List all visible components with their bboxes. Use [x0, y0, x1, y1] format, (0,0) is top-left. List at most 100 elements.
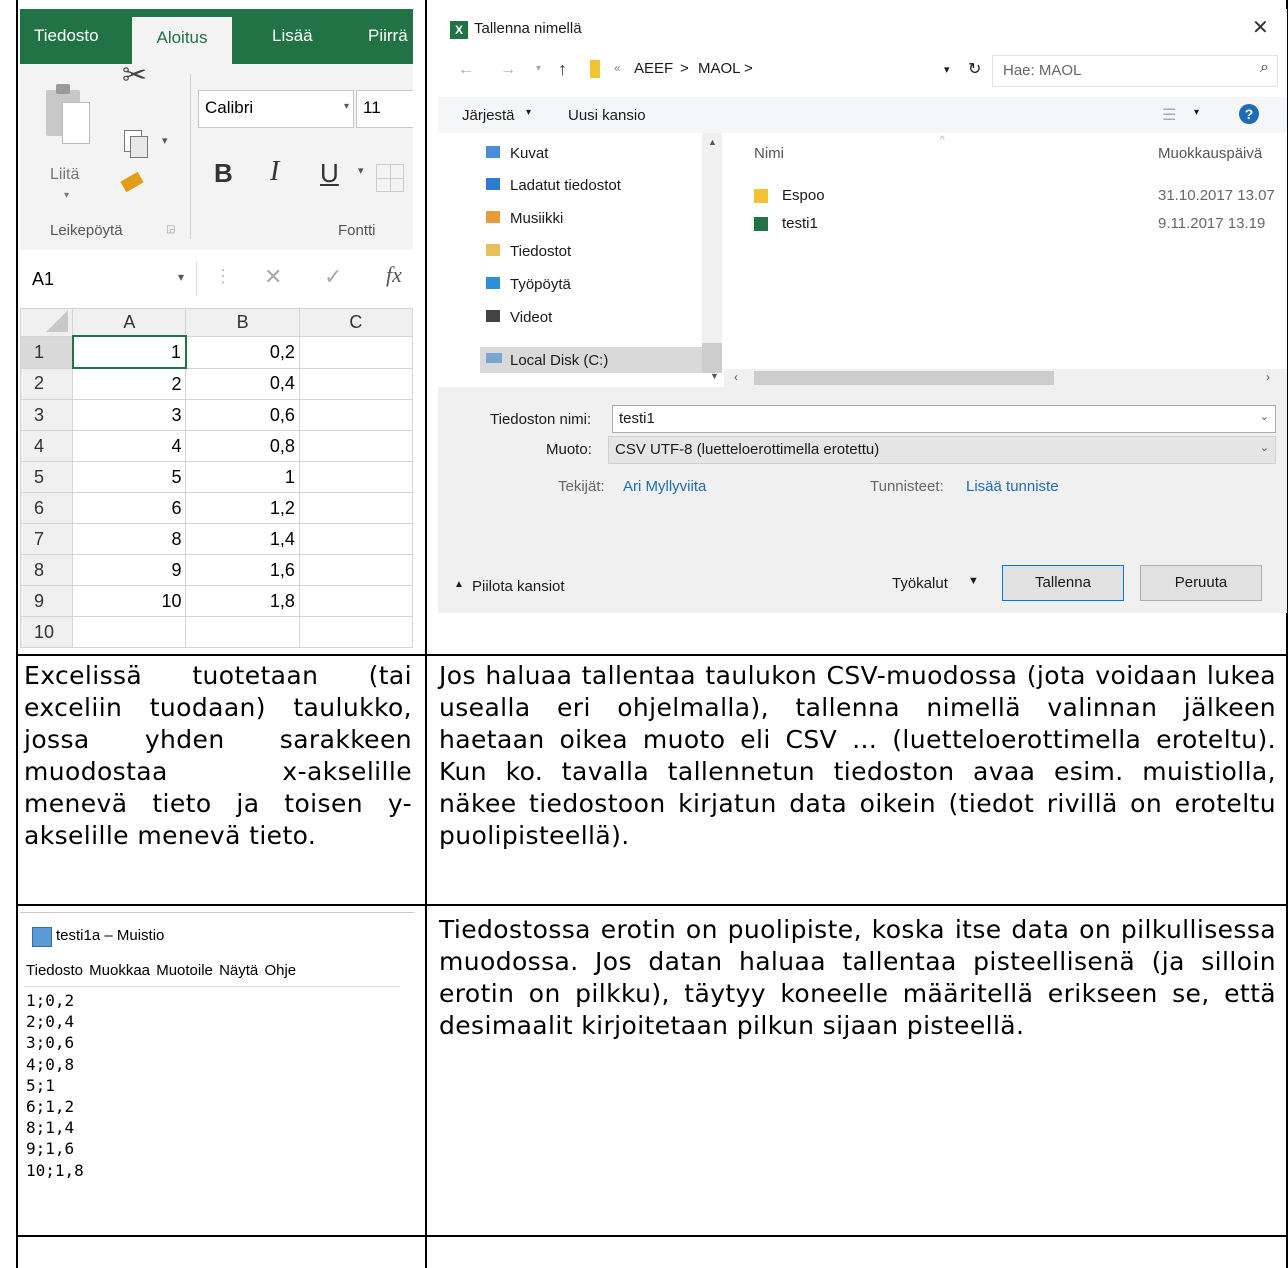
cell-b[interactable]: 0,2	[185, 335, 300, 369]
horizontal-scrollbar-thumb[interactable]	[754, 371, 1054, 385]
menu-item-view[interactable]: Näytä	[219, 962, 258, 979]
view-dropdown-icon[interactable]: ▾	[1194, 107, 1199, 118]
format-select[interactable]: CSV UTF-8 (luetteloerottimella erotettu)…	[608, 436, 1276, 464]
save-button[interactable]: Tallenna	[1002, 565, 1124, 601]
cell-b[interactable]: 1,8	[185, 585, 300, 617]
column-header-c[interactable]: C	[298, 308, 413, 337]
cell-a[interactable]: 5	[72, 461, 187, 493]
cancel-icon[interactable]: ✕	[264, 264, 282, 290]
borders-icon[interactable]	[376, 164, 404, 192]
up-icon[interactable]: ↑	[558, 59, 567, 80]
cell-b[interactable]: 1,6	[185, 554, 300, 586]
row-header[interactable]: 8	[20, 554, 74, 586]
hide-folders-button[interactable]: Piilota kansiot	[472, 578, 565, 595]
cell-b[interactable]: 0,4	[185, 367, 300, 400]
cell-c[interactable]	[298, 585, 413, 617]
nav-item-music[interactable]: Musiikki	[510, 210, 563, 227]
cell-a[interactable]: 2	[72, 367, 187, 400]
authors-value[interactable]: Ari Myllyviita	[623, 478, 706, 495]
address-bar[interactable]: « AEEF > MAOL >	[584, 55, 964, 85]
select-all-corner[interactable]	[20, 308, 74, 337]
view-options-icon[interactable]: ☰	[1162, 105, 1176, 125]
row-header[interactable]: 7	[20, 523, 74, 555]
format-painter-icon[interactable]	[120, 171, 144, 193]
tags-value[interactable]: Lisää tunniste	[966, 478, 1059, 495]
cell-c[interactable]	[298, 461, 413, 493]
nav-item-downloads[interactable]: Ladatut tiedostot	[510, 177, 621, 194]
search-input[interactable]: Hae: MAOL ⌕	[992, 55, 1278, 87]
tab-draw[interactable]: Piirrä	[368, 26, 408, 46]
cell-b[interactable]: 1	[185, 461, 300, 493]
cell-c[interactable]	[298, 399, 413, 431]
cell-b[interactable]: 0,6	[185, 399, 300, 431]
check-icon[interactable]: ✓	[324, 264, 342, 290]
row-header[interactable]: 3	[20, 399, 74, 431]
copy-dropdown-icon[interactable]: ▾	[162, 134, 168, 147]
scroll-right-icon[interactable]: ›	[1266, 370, 1270, 384]
cell-c[interactable]	[298, 367, 413, 400]
cell-a[interactable]: 6	[72, 492, 187, 524]
tab-file[interactable]: Tiedosto	[34, 26, 99, 46]
paste-dropdown-icon[interactable]: ▾	[64, 190, 69, 201]
cut-icon[interactable]: ✂	[122, 58, 147, 93]
row-header[interactable]: 1	[20, 335, 74, 369]
nav-item-videos[interactable]: Videot	[510, 309, 552, 326]
cell-c[interactable]	[298, 523, 413, 555]
cell-c[interactable]	[298, 554, 413, 586]
cancel-button[interactable]: Peruuta	[1140, 565, 1262, 601]
close-icon[interactable]: ✕	[1252, 15, 1269, 40]
help-icon[interactable]: ?	[1239, 104, 1259, 124]
font-size-select[interactable]: 11	[356, 90, 413, 128]
fx-icon[interactable]: fx	[386, 262, 402, 288]
nav-scrollbar[interactable]	[702, 133, 722, 373]
paste-label[interactable]: Liitä	[50, 166, 79, 184]
filename-field[interactable]: testi1 ⌄	[612, 405, 1276, 433]
nav-item-desktop[interactable]: Työpöytä	[510, 276, 571, 293]
name-box[interactable]: A1 ▾	[26, 262, 197, 296]
tools-button[interactable]: Työkalut	[892, 575, 948, 592]
cell-b[interactable]	[185, 616, 300, 648]
cell-a[interactable]: 3	[72, 399, 187, 431]
paste-icon[interactable]	[46, 84, 90, 144]
cell-a[interactable]: 9	[72, 554, 187, 586]
cell-a1[interactable]: 1	[71, 335, 187, 369]
breadcrumb-aeef[interactable]: AEEF	[634, 60, 673, 77]
row-header[interactable]: 6	[20, 492, 74, 524]
tab-insert[interactable]: Lisää	[272, 26, 313, 46]
bold-button[interactable]: B	[214, 158, 233, 189]
column-header-modified[interactable]: Muokkauspäivä	[1158, 145, 1262, 162]
cell-b[interactable]: 1,4	[185, 523, 300, 555]
nav-item-local-disk[interactable]: Local Disk (C:)	[510, 352, 608, 369]
cell-c[interactable]	[298, 335, 413, 369]
list-item[interactable]: Espoo 31.10.2017 13.07	[738, 185, 1287, 209]
refresh-icon[interactable]: ↻	[968, 59, 981, 79]
row-header[interactable]: 9	[20, 585, 74, 617]
dialog-launcher-icon[interactable]: ◲	[166, 224, 175, 235]
column-header-b[interactable]: B	[185, 308, 300, 337]
cell-a[interactable]	[72, 616, 187, 648]
back-icon[interactable]: ←	[458, 61, 474, 79]
menu-item-help[interactable]: Ohje	[264, 962, 296, 979]
address-dropdown-icon[interactable]: ▾	[944, 63, 950, 76]
underline-dropdown-icon[interactable]: ▾	[358, 164, 364, 177]
nav-item-pictures[interactable]: Kuvat	[510, 145, 548, 162]
recent-dropdown-icon[interactable]: ▾	[536, 63, 541, 74]
forward-icon[interactable]: →	[500, 61, 516, 79]
cell-c[interactable]	[298, 430, 413, 462]
scroll-left-icon[interactable]: ‹	[734, 370, 738, 384]
cell-a[interactable]: 10	[72, 585, 187, 617]
cell-a[interactable]: 8	[72, 523, 187, 555]
cell-b[interactable]: 1,2	[185, 492, 300, 524]
row-header[interactable]: 2	[20, 367, 74, 400]
menu-item-file[interactable]: Tiedosto	[26, 962, 83, 979]
font-name-select[interactable]: Calibri ▾	[198, 90, 354, 128]
cell-a[interactable]: 4	[72, 430, 187, 462]
row-header[interactable]: 10	[20, 616, 74, 648]
chevron-up-icon[interactable]: ▲	[454, 579, 464, 590]
row-header[interactable]: 5	[20, 461, 74, 493]
new-folder-button[interactable]: Uusi kansio	[568, 107, 646, 124]
cell-c[interactable]	[298, 616, 413, 648]
tools-dropdown-icon[interactable]: ▼	[968, 575, 979, 587]
cell-b[interactable]: 0,8	[185, 430, 300, 462]
row-header[interactable]: 4	[20, 430, 74, 462]
